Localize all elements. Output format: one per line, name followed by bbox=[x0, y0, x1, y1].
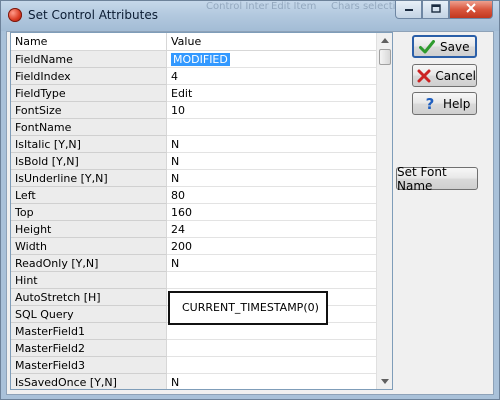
vertical-scrollbar[interactable] bbox=[376, 33, 392, 389]
property-value[interactable] bbox=[167, 357, 378, 374]
property-name: Height bbox=[11, 221, 167, 238]
grid-content: Name Value FieldName MODIFIED FieldIndex 4… bbox=[11, 33, 378, 389]
property-name: Width bbox=[11, 238, 167, 255]
checkmark-icon bbox=[418, 39, 436, 54]
table-row[interactable]: FontName bbox=[11, 119, 378, 136]
minimize-icon bbox=[404, 4, 414, 15]
property-name: FieldIndex bbox=[11, 68, 167, 85]
background-window-text: Control Inter bbox=[206, 1, 269, 12]
property-value[interactable]: MODIFIED bbox=[167, 51, 378, 68]
table-row[interactable]: ReadOnly [Y,N] N bbox=[11, 255, 378, 272]
save-button-label: Save bbox=[440, 39, 470, 54]
property-value[interactable]: 24 bbox=[167, 221, 378, 238]
property-name: MasterField2 bbox=[11, 340, 167, 357]
window-title: Set Control Attributes bbox=[28, 8, 158, 22]
property-name: AutoStretch [H] bbox=[11, 289, 167, 306]
property-value[interactable]: 160 bbox=[167, 204, 378, 221]
property-value[interactable]: N bbox=[167, 374, 378, 389]
property-value[interactable]: Edit bbox=[167, 85, 378, 102]
table-row[interactable]: IsBold [Y,N] N bbox=[11, 153, 378, 170]
cancel-button-label: Cancel bbox=[435, 68, 476, 83]
scroll-up-icon bbox=[380, 36, 389, 45]
maximize-button[interactable] bbox=[422, 1, 449, 19]
table-row[interactable]: FontSize 10 bbox=[11, 102, 378, 119]
sql-query-editor[interactable]: CURRENT_TIMESTAMP(0) bbox=[168, 291, 328, 325]
property-name: Top bbox=[11, 204, 167, 221]
property-value[interactable] bbox=[167, 119, 378, 136]
table-row[interactable]: MasterField3 bbox=[11, 357, 378, 374]
selected-value-text[interactable]: MODIFIED bbox=[171, 53, 230, 66]
cancel-button[interactable]: Cancel bbox=[412, 64, 477, 87]
table-row[interactable]: FieldType Edit bbox=[11, 85, 378, 102]
property-value[interactable] bbox=[167, 272, 378, 289]
property-value[interactable] bbox=[167, 323, 378, 340]
grid-header: Name Value bbox=[11, 33, 378, 51]
dialog-client-area: Name Value FieldName MODIFIED FieldIndex 4… bbox=[6, 31, 494, 395]
scroll-down-icon bbox=[380, 377, 389, 386]
property-name: MasterField3 bbox=[11, 357, 167, 374]
table-row[interactable]: IsItalic [Y,N] N bbox=[11, 136, 378, 153]
help-button-label: Help bbox=[443, 96, 471, 111]
property-value[interactable]: N bbox=[167, 170, 378, 187]
close-icon bbox=[466, 3, 476, 16]
x-icon bbox=[417, 69, 431, 83]
scroll-down-button[interactable] bbox=[377, 374, 392, 389]
table-row[interactable]: Left 80 bbox=[11, 187, 378, 204]
table-row[interactable]: Top 160 bbox=[11, 204, 378, 221]
set-font-name-button[interactable]: Set Font Name bbox=[396, 164, 478, 193]
table-row[interactable]: Height 24 bbox=[11, 221, 378, 238]
column-header-name[interactable]: Name bbox=[11, 33, 167, 50]
attributes-grid: Name Value FieldName MODIFIED FieldIndex 4… bbox=[10, 32, 393, 390]
table-row[interactable]: FieldName MODIFIED bbox=[11, 51, 378, 68]
property-name: MasterField1 bbox=[11, 323, 167, 340]
property-value[interactable]: 80 bbox=[167, 187, 378, 204]
property-value[interactable]: 4 bbox=[167, 68, 378, 85]
scroll-thumb[interactable] bbox=[379, 49, 391, 65]
question-mark-icon: ? bbox=[425, 94, 435, 113]
property-name: Left bbox=[11, 187, 167, 204]
minimize-button[interactable] bbox=[395, 1, 422, 19]
table-row[interactable]: FieldIndex 4 bbox=[11, 68, 378, 85]
property-name: FieldName bbox=[11, 51, 167, 68]
property-name: IsBold [Y,N] bbox=[11, 153, 167, 170]
table-row[interactable]: Hint bbox=[11, 272, 378, 289]
column-header-value[interactable]: Value bbox=[167, 33, 378, 50]
property-name: ReadOnly [Y,N] bbox=[11, 255, 167, 272]
property-name: IsUnderline [Y,N] bbox=[11, 170, 167, 187]
property-name: FontSize bbox=[11, 102, 167, 119]
table-row[interactable]: IsUnderline [Y,N] N bbox=[11, 170, 378, 187]
property-name: IsItalic [Y,N] bbox=[11, 136, 167, 153]
dialog-window: Set Control Attributes Control Inter Edi… bbox=[0, 0, 500, 400]
background-window-text: Edit Item bbox=[271, 1, 317, 12]
property-value[interactable]: 200 bbox=[167, 238, 378, 255]
property-value[interactable]: N bbox=[167, 153, 378, 170]
close-button[interactable] bbox=[449, 1, 493, 19]
property-name: FontName bbox=[11, 119, 167, 136]
save-button[interactable]: Save bbox=[412, 35, 477, 58]
help-button[interactable]: ? Help bbox=[412, 92, 477, 115]
property-value[interactable]: N bbox=[167, 136, 378, 153]
property-name: FieldType bbox=[11, 85, 167, 102]
property-name: SQL Query bbox=[11, 306, 167, 323]
property-value[interactable]: 10 bbox=[167, 102, 378, 119]
property-name: Hint bbox=[11, 272, 167, 289]
caption-buttons bbox=[395, 1, 493, 21]
property-value[interactable] bbox=[167, 340, 378, 357]
table-row[interactable]: MasterField2 bbox=[11, 340, 378, 357]
property-value[interactable]: N bbox=[167, 255, 378, 272]
maximize-icon bbox=[430, 3, 441, 16]
app-icon bbox=[8, 8, 22, 22]
table-row[interactable]: Width 200 bbox=[11, 238, 378, 255]
set-font-name-button-label: Set Font Name bbox=[397, 164, 447, 193]
scroll-up-button[interactable] bbox=[377, 33, 392, 48]
table-row[interactable]: MasterField1 bbox=[11, 323, 378, 340]
title-bar[interactable]: Set Control Attributes Control Inter Edi… bbox=[1, 1, 499, 31]
table-row[interactable]: IsSavedOnce [Y,N] N bbox=[11, 374, 378, 389]
property-name: IsSavedOnce [Y,N] bbox=[11, 374, 167, 389]
